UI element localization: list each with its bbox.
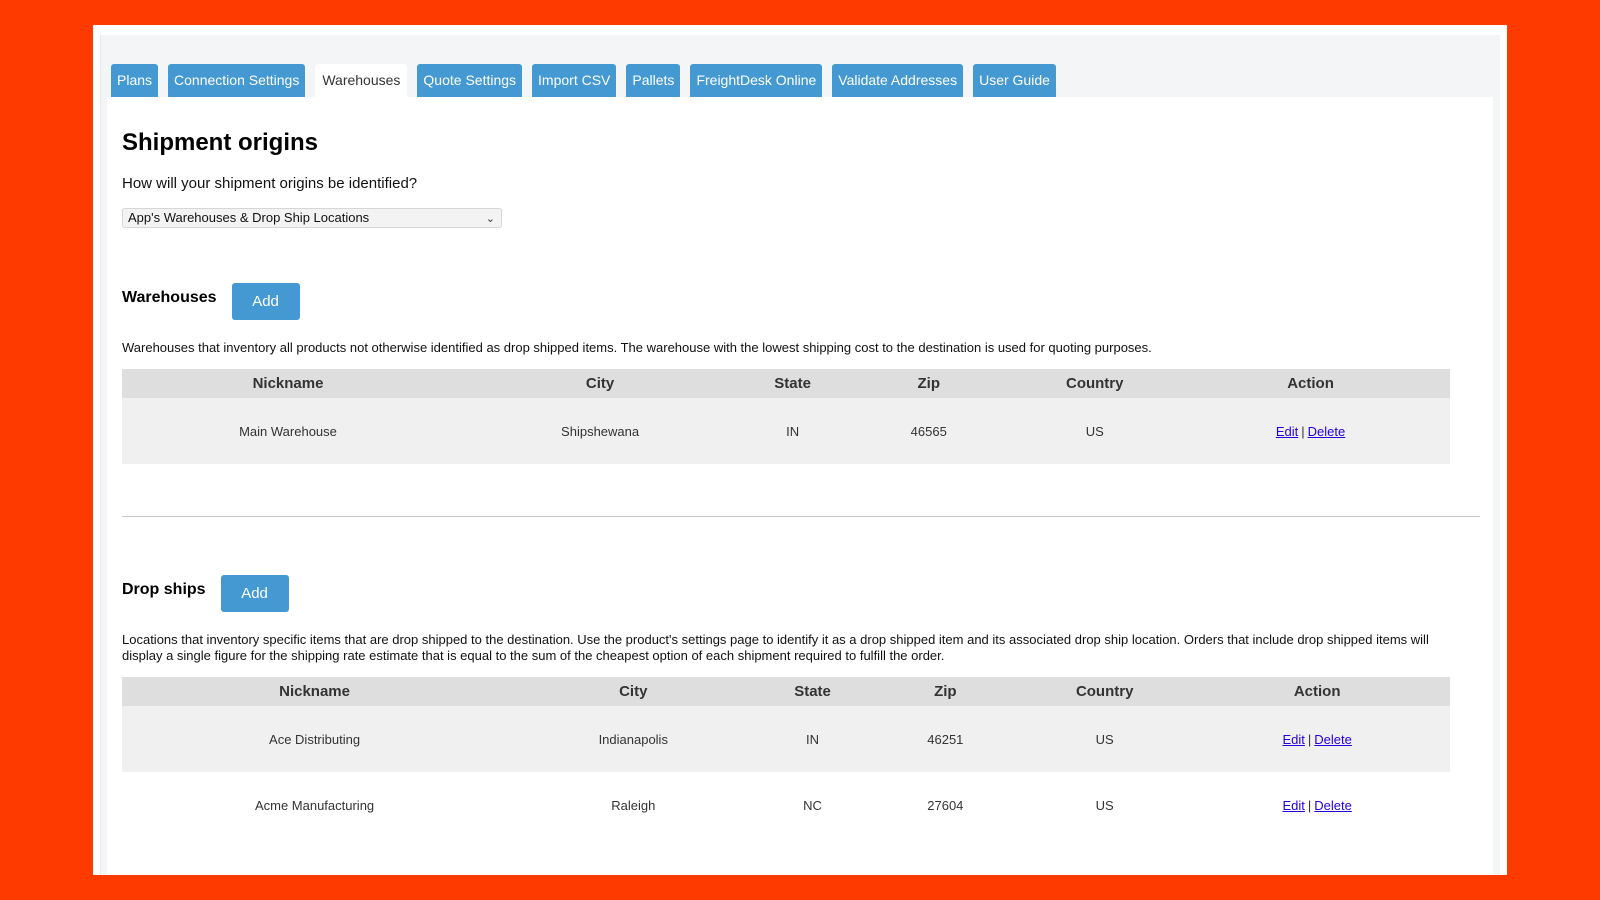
cell-country: US (1095, 797, 1114, 813)
warehouses-section-header: Warehouses Add (122, 283, 300, 320)
tab-plans[interactable]: Plans (111, 64, 159, 97)
column-header-nickname: Nickname (122, 677, 508, 706)
column-header-action: Action (1184, 677, 1450, 706)
table-header-row: Nickname City State Zip Country Action (122, 369, 1450, 398)
cell-action: Edit | Delete (1184, 772, 1450, 838)
screenshot-frame: Plans Connection Settings Warehouses Quo… (93, 25, 1507, 875)
column-header-action: Action (1171, 369, 1450, 398)
table-header-row: Nickname City State Zip Country Action (122, 677, 1450, 706)
cell-state: IN (759, 706, 866, 772)
cell-zip: 46565 (839, 398, 1019, 464)
column-header-country: Country (1025, 677, 1185, 706)
delete-link[interactable]: Delete (1314, 798, 1352, 813)
column-header-state: State (746, 369, 840, 398)
cell-nickname: Ace Distributing (122, 706, 508, 772)
edit-link[interactable]: Edit (1283, 732, 1305, 747)
cell-zip: 27604 (927, 797, 964, 813)
dropships-heading: Drop ships (122, 580, 206, 598)
section-divider (122, 516, 1480, 517)
tab-warehouses[interactable]: Warehouses (315, 64, 408, 97)
column-header-zip: Zip (865, 677, 1026, 706)
action-separator: | (1307, 731, 1312, 747)
tab-validate-addresses[interactable]: Validate Addresses (832, 64, 964, 97)
warehouses-table: Nickname City State Zip Country Action M… (122, 369, 1450, 464)
cell-city: Indianapolis (507, 706, 760, 772)
page-title: Shipment origins (122, 129, 319, 156)
app-window: Plans Connection Settings Warehouses Quo… (100, 35, 1500, 875)
cell-city: Shipshewana (454, 398, 747, 464)
add-warehouse-button[interactable]: Add (231, 283, 300, 320)
edit-link[interactable]: Edit (1283, 798, 1305, 813)
cell-nickname: Main Warehouse (122, 398, 454, 464)
cell-nickname: Acme Manufacturing (254, 797, 375, 813)
cell-action: Edit | Delete (1171, 398, 1450, 464)
action-separator: | (1301, 423, 1305, 439)
column-header-nickname: Nickname (122, 369, 454, 398)
tab-user-guide[interactable]: User Guide (973, 64, 1056, 97)
delete-link[interactable]: Delete (1314, 732, 1352, 747)
origin-select[interactable]: App's Warehouses & Drop Ship Locations ⌄ (122, 208, 502, 228)
dropships-section-header: Drop ships Add (122, 575, 289, 612)
warehouses-description: Warehouses that inventory all products n… (122, 340, 1152, 355)
tab-pallets[interactable]: Pallets (626, 64, 681, 97)
dropships-description: Locations that inventory specific items … (122, 632, 1429, 663)
warehouses-heading: Warehouses (122, 288, 217, 306)
table-row: Acme Manufacturing Raleigh NC 27604 US E… (122, 772, 1450, 838)
tab-import-csv[interactable]: Import CSV (532, 64, 617, 97)
origin-select-value: App's Warehouses & Drop Ship Locations (128, 210, 370, 225)
column-header-city: City (454, 369, 747, 398)
column-header-country: Country (1018, 369, 1172, 398)
tab-quote-settings[interactable]: Quote Settings (417, 64, 523, 97)
cell-zip: 46251 (865, 706, 1026, 772)
cell-country: US (1025, 706, 1185, 772)
tab-freightdesk-online[interactable]: FreightDesk Online (690, 64, 823, 97)
origin-question-label: How will your shipment origins be identi… (122, 175, 418, 192)
cell-state: NC (803, 797, 822, 813)
edit-link[interactable]: Edit (1276, 424, 1298, 439)
tab-panel: Shipment origins How will your shipment … (107, 97, 1493, 875)
column-header-zip: Zip (839, 369, 1019, 398)
add-dropship-button[interactable]: Add (220, 575, 289, 612)
cell-action: Edit | Delete (1184, 706, 1450, 772)
tab-connection-settings[interactable]: Connection Settings (168, 64, 306, 97)
cell-city: Raleigh (611, 797, 656, 813)
cell-country: US (1018, 398, 1172, 464)
column-header-state: State (759, 677, 866, 706)
chevron-down-icon: ⌄ (485, 213, 495, 225)
table-row: Ace Distributing Indianapolis IN 46251 U… (122, 706, 1450, 772)
table-row: Main Warehouse Shipshewana IN 46565 US E… (122, 398, 1450, 464)
tab-bar: Plans Connection Settings Warehouses Quo… (111, 64, 1056, 97)
cell-state: IN (746, 398, 840, 464)
delete-link[interactable]: Delete (1308, 424, 1346, 439)
dropships-table: Nickname City State Zip Country Action A… (122, 677, 1450, 838)
action-separator: | (1307, 797, 1312, 813)
column-header-city: City (507, 677, 760, 706)
